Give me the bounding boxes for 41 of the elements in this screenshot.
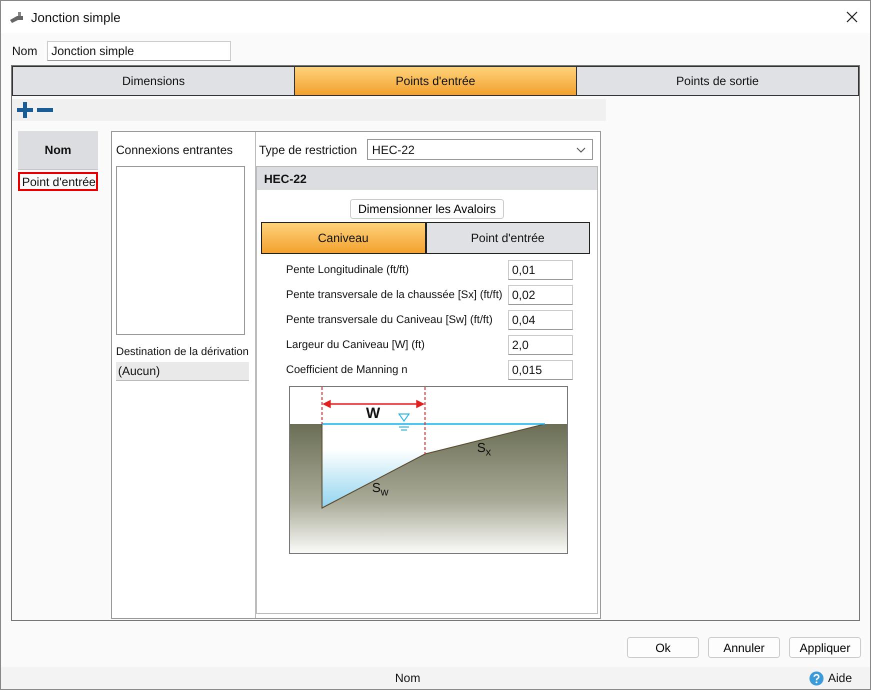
help-link[interactable]: Aide	[808, 670, 852, 686]
restriction-label: Type de restriction	[259, 142, 358, 156]
slope-label: S$_{w}$	[372, 480, 388, 499]
bypass-field[interactable]: (Aucun)	[116, 362, 249, 381]
dialog-button[interactable]: Appliquer	[789, 637, 861, 658]
field-label: Pente transversale du Caniveau [Sw] (ft/ft)	[286, 314, 493, 326]
name-label: Nom	[12, 44, 38, 58]
pipe-junction-icon	[9, 9, 25, 25]
name-field[interactable]: Jonction simple	[47, 41, 232, 61]
field-label: Largeur du Caniveau [W] (ft)	[286, 339, 425, 351]
tab[interactable]: Caniveau	[261, 222, 426, 254]
restriction-dropdown[interactable]: HEC-22	[367, 139, 594, 160]
tab[interactable]: Point d'entrée	[426, 222, 590, 254]
slope-label: S$_{x}$	[477, 440, 492, 459]
dialog-button[interactable]: Ok	[627, 637, 699, 658]
size-inlets-button[interactable]: Dimensionner les Avaloirs	[350, 199, 504, 219]
chevron-down-icon	[576, 146, 586, 152]
window-title: Jonction simple	[31, 10, 122, 24]
tab[interactable]: Points de sortie	[576, 66, 859, 96]
incoming-connections-label: Connexions entrantes	[116, 143, 234, 157]
field-label: Pente Longitudinale (ft/ft)	[286, 264, 409, 276]
tab[interactable]: Points d'entrée	[294, 66, 576, 96]
value-field[interactable]: 0,015	[508, 360, 573, 380]
value-field[interactable]: 0,02	[508, 285, 573, 305]
close-icon[interactable]	[846, 11, 858, 23]
plus-icon[interactable]	[17, 102, 33, 118]
width-label: W	[366, 405, 380, 422]
value-field[interactable]: 0,01	[508, 260, 573, 280]
list-item[interactable]: Point d'entrée	[18, 172, 98, 191]
status-text: Nom	[395, 671, 420, 685]
tab[interactable]: Dimensions	[12, 66, 294, 96]
group-title: HEC-22	[257, 167, 597, 190]
value-field[interactable]: 2,0	[508, 335, 573, 355]
incoming-connections-list[interactable]	[116, 166, 245, 335]
field-label: Coefficient de Manning n	[286, 364, 408, 376]
help-icon[interactable]	[808, 670, 824, 686]
field-label: Pente transversale de la chaussée [Sx] (ft/ft)	[286, 289, 502, 301]
bypass-label: Destination de la dérivation	[116, 346, 250, 358]
value-field[interactable]: 0,04	[508, 310, 573, 330]
dialog-button[interactable]: Annuler	[708, 637, 780, 658]
column-header: Nom	[18, 131, 98, 170]
